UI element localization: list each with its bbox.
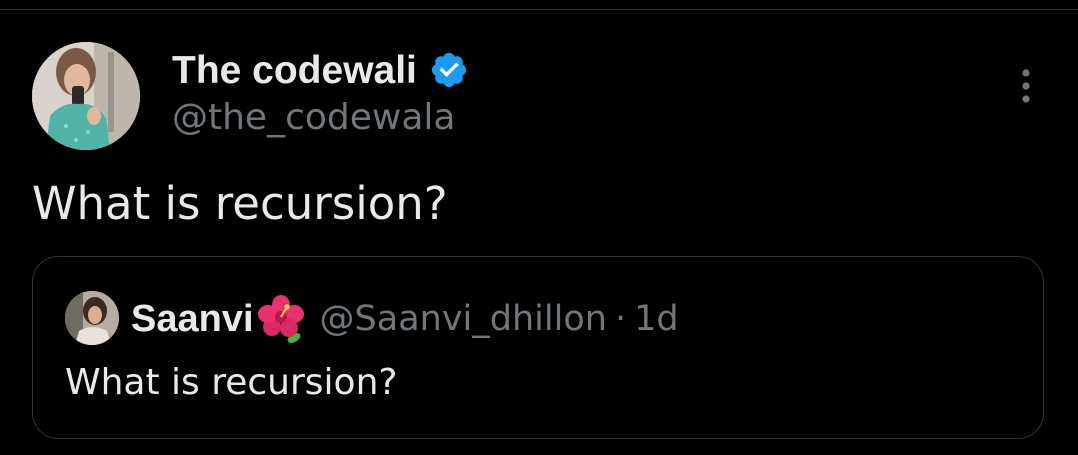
quote-text: What is recursion? bbox=[65, 362, 398, 403]
quote-separator: · bbox=[614, 299, 627, 339]
avatar-photo bbox=[32, 42, 140, 150]
author-name[interactable]: The codewali bbox=[172, 51, 417, 90]
hibiscus-icon bbox=[257, 295, 304, 343]
quote-avatar-photo bbox=[65, 291, 119, 345]
quote-author-name[interactable]: Saanvi bbox=[131, 298, 254, 341]
author-avatar[interactable] bbox=[32, 42, 140, 150]
author-name-row: The codewali bbox=[172, 44, 469, 96]
author-handle[interactable]: @the_codewala bbox=[172, 98, 455, 138]
more-vertical-icon bbox=[1022, 69, 1030, 103]
quote-author-handle[interactable]: @Saanvi_dhillon bbox=[320, 299, 607, 339]
more-options-button[interactable] bbox=[1008, 64, 1044, 108]
quoted-tweet-card[interactable]: Saanvi @Saanvi_dhillon · 1d What is recu… bbox=[32, 256, 1044, 439]
quote-timestamp[interactable]: 1d bbox=[634, 299, 679, 339]
tweet-text: What is recursion? bbox=[32, 177, 448, 230]
quote-header: Saanvi @Saanvi_dhillon · 1d bbox=[131, 290, 679, 348]
quote-author-avatar[interactable] bbox=[65, 291, 119, 345]
top-divider bbox=[0, 9, 1078, 10]
verified-badge-icon[interactable] bbox=[429, 50, 469, 90]
